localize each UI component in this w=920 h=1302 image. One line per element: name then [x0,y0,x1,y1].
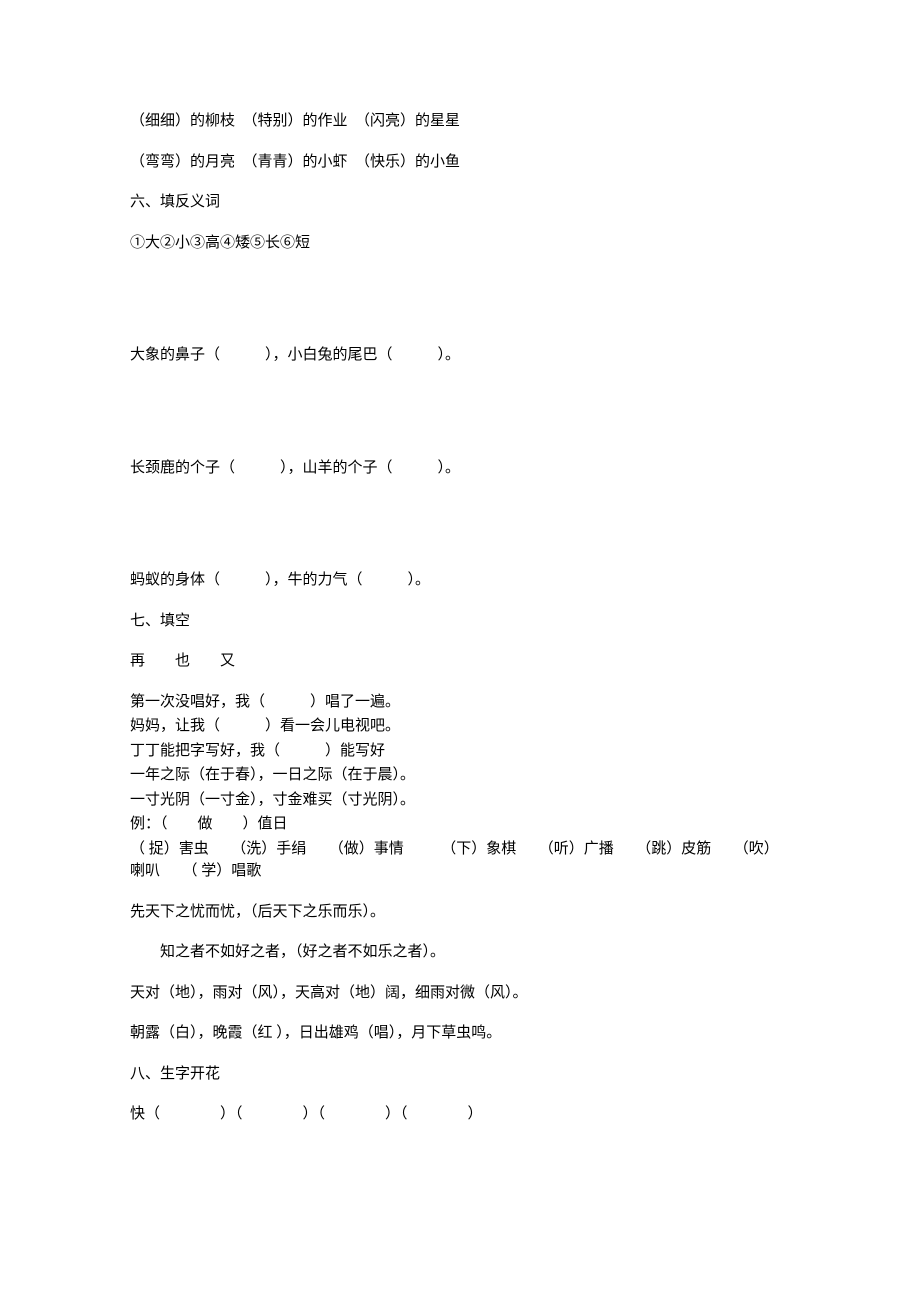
sentence-7h: 先天下之忧而忧，（后天下之乐而乐）。 [130,901,790,924]
line-adjectives-2: （弯弯）的月亮 （青青）的小虾 （快乐）的小鱼 [130,151,790,174]
section-7-title: 七、填空 [130,610,790,633]
sentence-7f: 例：（ 做 ）值日 [130,813,790,836]
word-bank: 再 也 又 [130,650,790,673]
line-adjectives-1: （细细）的柳枝 （特别）的作业 （闪亮）的星星 [130,110,790,133]
sentence-7e: 一寸光阴（一寸金），寸金难买（寸光阴）。 [130,789,790,812]
question-6c: 蚂蚁的身体（ ），牛的力气（ ）。 [130,569,790,592]
sentence-7i: 知之者不如好之者，（好之者不如乐之者）。 [130,941,790,964]
sentence-7g: （ 捉）害虫 （洗）手绢 （做）事情 （下）象棋 （听）广播 （跳）皮筋 （吹）… [130,838,790,883]
sentence-7j: 天对（地），雨对（风），天高对（地）阔，细雨对微（风）。 [130,982,790,1005]
question-6b: 长颈鹿的个子（ ），山羊的个子（ ）。 [130,457,790,480]
sentence-7b: 妈妈，让我（ ）看一会儿电视吧。 [130,715,790,738]
section-6-title: 六、填反义词 [130,191,790,214]
antonym-list: ①大②小③高④矮⑤长⑥短 [130,232,790,255]
sentence-7a: 第一次没唱好，我（ ）唱了一遍。 [130,691,790,714]
sentence-7d: 一年之际（在于春），一日之际（在于晨）。 [130,764,790,787]
question-6a: 大象的鼻子（ ），小白兔的尾巴（ ）。 [130,344,790,367]
question-8: 快（ ）（ ）（ ）（ ） [130,1103,790,1126]
section-8-title: 八、生字开花 [130,1063,790,1086]
sentence-7k: 朝露（白），晚霞（红 ），日出雄鸡（唱），月下草虫鸣。 [130,1022,790,1045]
sentence-7c: 丁丁能把字写好，我（ ）能写好 [130,740,790,763]
